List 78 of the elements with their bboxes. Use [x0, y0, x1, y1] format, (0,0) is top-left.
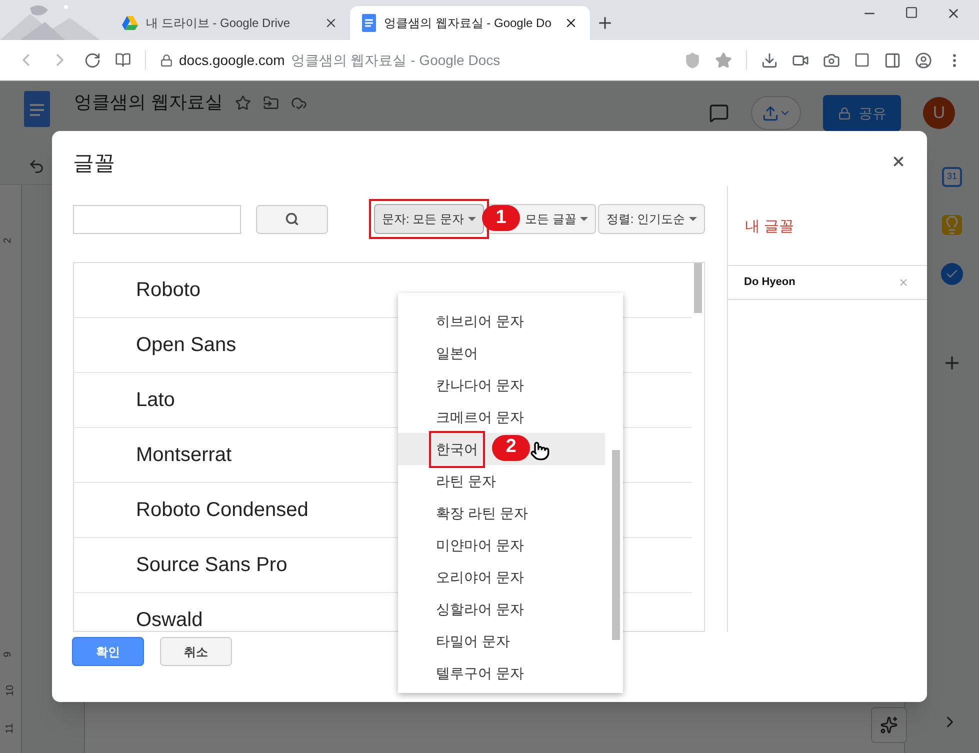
ruler-number: 11: [4, 723, 17, 734]
drive-logo-icon: [122, 16, 138, 30]
bookmark-star-icon[interactable]: [715, 52, 732, 68]
shield-icon[interactable]: [684, 52, 701, 68]
star-icon[interactable]: [235, 94, 252, 110]
reader-icon[interactable]: [854, 52, 870, 68]
search-icon: [285, 212, 299, 226]
tab-title: 내 드라이브 - Google Drive: [146, 15, 292, 32]
ruler-number: 10: [4, 684, 18, 696]
tasks-icon[interactable]: [941, 263, 963, 285]
browser-tab[interactable]: 내 드라이브 - Google Drive: [110, 6, 350, 40]
menu-option[interactable]: 일본어: [398, 337, 605, 369]
undo-icon[interactable]: [28, 158, 45, 175]
present-button[interactable]: [751, 96, 801, 130]
menu-option[interactable]: 타밀어 문자: [398, 625, 605, 657]
menu-option[interactable]: 한국어 2: [398, 433, 605, 465]
sparkle-icon: [880, 716, 898, 734]
docs-logo-icon[interactable]: [24, 91, 50, 127]
menu-option[interactable]: 텔루구어 문자: [398, 657, 605, 689]
menu-option[interactable]: 미얀마어 문자: [398, 529, 605, 561]
font-name[interactable]: Lato: [136, 385, 175, 415]
menu-option[interactable]: 싱할라어 문자: [398, 593, 605, 625]
caret-icon: [689, 217, 697, 221]
dropdown-scrollbar-thumb[interactable]: [612, 450, 620, 640]
font-name[interactable]: Montserrat: [136, 440, 232, 470]
menu-option[interactable]: 크메르어 문자: [398, 401, 605, 433]
sidebar-icon[interactable]: [884, 52, 901, 68]
extension-icon[interactable]: [115, 52, 131, 68]
docs-logo-icon: [362, 14, 376, 32]
hand-cursor-icon: [530, 440, 550, 460]
cloud-saved-icon[interactable]: [291, 94, 308, 110]
document-title[interactable]: 엉클샘의 웹자료실: [74, 89, 224, 116]
caret-icon: [468, 217, 476, 221]
font-name[interactable]: Roboto: [136, 275, 200, 305]
present-icon: [762, 104, 778, 122]
new-tab-icon[interactable]: [596, 14, 614, 32]
ruler-number: 2: [1, 238, 14, 244]
filter-dropdown[interactable]: 문자: 모든 문자: [374, 204, 484, 234]
highlight-frame: [429, 430, 485, 468]
font-name[interactable]: Oswald: [136, 605, 203, 631]
close-window-icon[interactable]: [946, 6, 961, 21]
reload-icon[interactable]: [84, 52, 101, 68]
my-fonts-title: 내 글꼴: [745, 218, 794, 235]
profile-icon[interactable]: [915, 52, 932, 68]
comment-icon[interactable]: [709, 103, 729, 123]
font-name[interactable]: Source Sans Pro: [136, 550, 288, 580]
browser-tab[interactable]: 엉클샘의 웹자료실 - Google Do: [350, 6, 590, 40]
lock-icon: [838, 106, 850, 120]
filter-dropdown[interactable]: 정렬: 인기도순: [598, 204, 705, 234]
close-tab-icon[interactable]: [324, 16, 338, 30]
download-icon[interactable]: [761, 52, 778, 68]
scrollbar-thumb[interactable]: [694, 263, 702, 313]
menu-option[interactable]: 라틴 문자: [398, 465, 605, 497]
remove-icon[interactable]: [898, 277, 909, 288]
url-domain[interactable]: docs.google.com: [179, 50, 285, 70]
menu-option[interactable]: 히브리어 문자: [398, 305, 605, 337]
move-folder-icon[interactable]: [263, 94, 280, 110]
explore-button[interactable]: [871, 707, 907, 743]
search-button[interactable]: [256, 204, 328, 234]
ruler-number: 9: [1, 652, 14, 658]
step-badge: 2: [492, 434, 530, 460]
close-tab-icon[interactable]: [564, 16, 578, 30]
close-icon[interactable]: [891, 154, 906, 169]
tab-title: 엉클샘의 웹자료실 - Google Do: [384, 15, 552, 32]
my-font-name[interactable]: Do Hyeon: [744, 274, 796, 291]
caret-icon: [580, 217, 588, 221]
font-name[interactable]: Roboto Condensed: [136, 495, 308, 525]
maximize-icon[interactable]: [905, 6, 918, 19]
menu-option[interactable]: 확장 라틴 문자: [398, 497, 605, 529]
search-field[interactable]: [73, 204, 241, 234]
camera-icon[interactable]: [823, 52, 840, 68]
page-title: 엉클샘의 웹자료실 - Google Docs: [290, 50, 500, 70]
cancel-button[interactable]: 취소: [160, 637, 232, 666]
dialog-title: 글꼴: [73, 151, 115, 177]
menu-option[interactable]: 오리야어 문자: [398, 561, 605, 593]
font-name[interactable]: Open Sans: [136, 330, 236, 360]
menu-option[interactable]: 칸나다어 문자: [398, 369, 605, 401]
lock-icon: [160, 54, 173, 66]
